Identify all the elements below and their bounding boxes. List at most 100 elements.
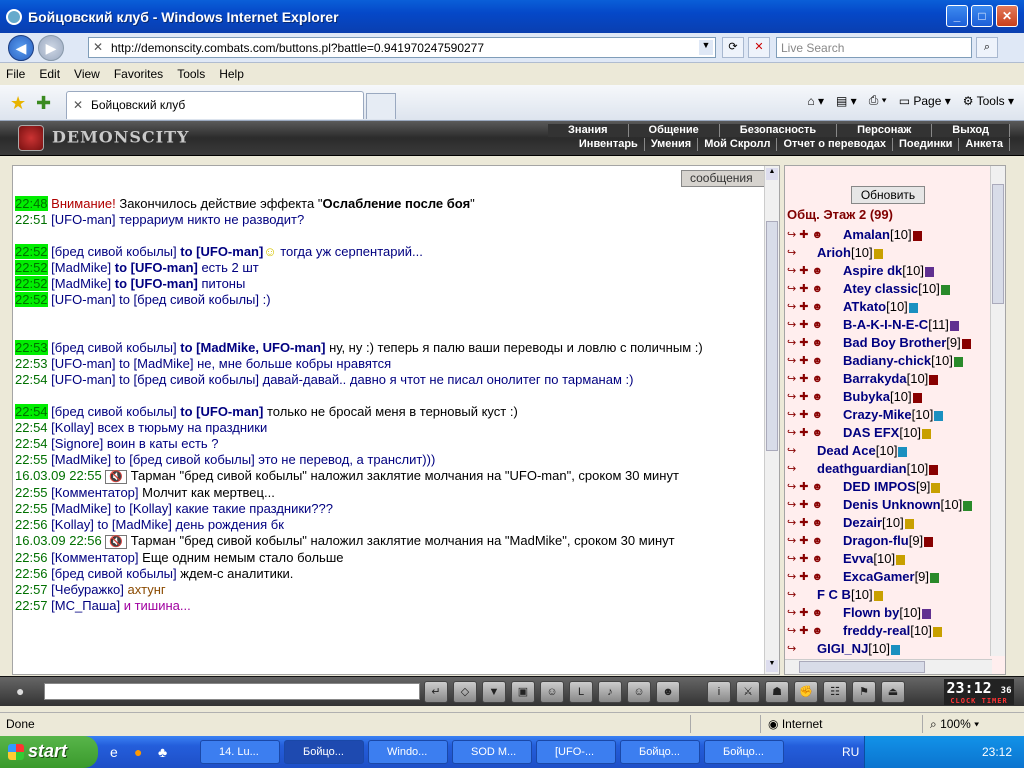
nav-knowledge[interactable]: Знания bbox=[548, 124, 629, 137]
user-row[interactable]: ↪ Dead Ace[10] bbox=[787, 442, 987, 460]
user-info-icon[interactable] bbox=[890, 644, 900, 655]
user-name[interactable]: Bubyka bbox=[843, 389, 890, 404]
message-nick[interactable]: [бред сивой кобылы] bbox=[51, 404, 176, 419]
user-name[interactable]: Dragon-flu bbox=[843, 533, 909, 548]
save-icon[interactable]: ▣ bbox=[511, 681, 535, 703]
add-favorite-icon[interactable]: ✚ bbox=[36, 93, 51, 114]
user-info-icon[interactable] bbox=[940, 284, 950, 295]
user-info-icon[interactable] bbox=[912, 392, 922, 403]
message-timestamp[interactable]: 22:56 bbox=[15, 550, 48, 565]
eraser-icon[interactable]: ◇ bbox=[453, 681, 477, 703]
user-name[interactable]: Arioh bbox=[817, 245, 851, 260]
nav-profile[interactable]: Анкета bbox=[959, 138, 1010, 151]
user-info-icon[interactable] bbox=[904, 518, 914, 529]
home-icon[interactable]: ⌂ ▾ bbox=[807, 94, 824, 108]
send-icon[interactable]: ↵ bbox=[424, 681, 448, 703]
user-list-hscrollbar[interactable] bbox=[785, 659, 992, 674]
taskbar-task[interactable]: 14. Lu... bbox=[200, 740, 280, 764]
tab-active[interactable]: ✕ Бойцовский клуб bbox=[66, 91, 364, 119]
address-dropdown-icon[interactable]: ▼ bbox=[699, 40, 713, 55]
message-recipient[interactable]: to [UFO-man] bbox=[180, 404, 263, 419]
forward-button[interactable]: ▶ bbox=[38, 35, 64, 61]
message-nick[interactable]: [бред сивой кобылы] bbox=[51, 566, 176, 581]
message-nick[interactable]: [Kollay] bbox=[51, 420, 94, 435]
message-timestamp[interactable]: 22:53 bbox=[15, 340, 48, 355]
message-timestamp[interactable]: 22:53 bbox=[15, 356, 48, 371]
message-timestamp[interactable]: 22:52 bbox=[15, 276, 48, 291]
message-recipient[interactable]: to [MadMike, UFO-man] bbox=[180, 340, 325, 355]
user-row[interactable]: ↪ ✚ ☻ Badiany-chick[10] bbox=[787, 352, 987, 370]
message-timestamp[interactable]: 22:56 bbox=[15, 517, 48, 532]
start-button[interactable]: start bbox=[0, 736, 98, 768]
nav-exit[interactable]: Выход bbox=[932, 124, 1010, 137]
nav-inventory[interactable]: Инвентарь bbox=[573, 138, 645, 151]
flag-icon[interactable]: ⚑ bbox=[852, 681, 876, 703]
user-name[interactable]: Aspire dk bbox=[843, 263, 902, 278]
user-row[interactable]: ↪ ✚ ☻ Flown by[10] bbox=[787, 604, 987, 622]
user-row[interactable]: ↪ ✚ ☻ DAS EFX[10] bbox=[787, 424, 987, 442]
message-nick[interactable]: [бред сивой кобылы] bbox=[51, 244, 176, 259]
user-info-icon[interactable] bbox=[908, 302, 918, 313]
message-timestamp[interactable]: 22:48 bbox=[15, 196, 48, 211]
fight-icon[interactable]: ✊ bbox=[794, 681, 818, 703]
message-nick[interactable]: [Чебуражко] bbox=[51, 582, 124, 597]
user-info-icon[interactable] bbox=[922, 608, 932, 619]
nav-battles[interactable]: Поединки bbox=[893, 138, 960, 151]
message-timestamp[interactable]: 22:55 bbox=[15, 485, 48, 500]
scroll-thumb[interactable] bbox=[799, 661, 925, 673]
sound-icon[interactable]: ♪ bbox=[598, 681, 622, 703]
user-info-icon[interactable] bbox=[922, 428, 932, 439]
message-timestamp[interactable]: 22:54 bbox=[15, 372, 48, 387]
user-name[interactable]: Evva bbox=[843, 551, 873, 566]
scroll-down-icon[interactable]: ▼ bbox=[766, 660, 778, 672]
tools-menu[interactable]: ⚙ Tools ▾ bbox=[963, 94, 1014, 108]
message-nick[interactable]: [МС_Паша] bbox=[51, 598, 120, 613]
smile-icon[interactable]: ☺ bbox=[627, 681, 651, 703]
security-zone[interactable]: ◉ Internet bbox=[768, 717, 823, 731]
user-info-icon[interactable] bbox=[953, 356, 963, 367]
group-icon[interactable]: ☷ bbox=[823, 681, 847, 703]
user-info-icon[interactable] bbox=[898, 446, 908, 457]
user-name[interactable]: DED IMPOS bbox=[843, 479, 916, 494]
user-list-scrollbar[interactable] bbox=[990, 166, 1005, 656]
user-info-icon[interactable] bbox=[924, 536, 934, 547]
refresh-icon[interactable]: ⟳ bbox=[722, 37, 744, 58]
user-row[interactable]: ↪ F C B[10] bbox=[787, 586, 987, 604]
nav-security[interactable]: Безопасность bbox=[719, 124, 838, 137]
message-timestamp[interactable]: 22:52 bbox=[15, 260, 48, 275]
message-nick[interactable]: [Комментатор] bbox=[51, 550, 138, 565]
translit-icon[interactable]: L bbox=[569, 681, 593, 703]
message-nick[interactable]: [UFO-man] bbox=[51, 356, 115, 371]
zoom-control[interactable]: ⌕ 100% ▾ bbox=[930, 717, 979, 732]
nav-communication[interactable]: Общение bbox=[628, 124, 720, 137]
feeds-icon[interactable]: ▤ ▾ bbox=[836, 94, 857, 108]
message-timestamp[interactable]: 22:54 bbox=[15, 436, 48, 451]
user-row[interactable]: ↪ ✚ ☻ Atey classic[10] bbox=[787, 280, 987, 298]
message-nick[interactable]: [UFO-man] bbox=[51, 292, 115, 307]
user-info-icon[interactable] bbox=[931, 482, 941, 493]
new-tab-button[interactable] bbox=[366, 93, 396, 119]
user-row[interactable]: ↪ GIGI_NJ[10] bbox=[787, 640, 987, 658]
message-nick[interactable]: [Kollay] bbox=[51, 517, 94, 532]
quicklaunch-ie-icon[interactable]: e bbox=[110, 744, 118, 760]
message-nick[interactable]: [MadMike] bbox=[51, 452, 111, 467]
message-timestamp[interactable]: 22:52 bbox=[15, 292, 48, 307]
favorites-star-icon[interactable]: ★ bbox=[10, 93, 26, 114]
user-name[interactable]: Dead Ace bbox=[817, 443, 876, 458]
user-name[interactable]: Flown by bbox=[843, 605, 899, 620]
user-row[interactable]: ↪ ✚ ☻ Amalan[10] bbox=[787, 226, 987, 244]
message-timestamp[interactable]: 22:54 bbox=[15, 420, 48, 435]
user-name[interactable]: Barrakyda bbox=[843, 371, 907, 386]
user-info-icon[interactable] bbox=[873, 590, 883, 601]
user-name[interactable]: F C B bbox=[817, 587, 851, 602]
menu-edit[interactable]: Edit bbox=[39, 67, 60, 81]
user-row[interactable]: ↪ Arioh[10] bbox=[787, 244, 987, 262]
face-icon[interactable]: ☻ bbox=[656, 681, 680, 703]
user-info-icon[interactable] bbox=[932, 626, 942, 637]
user-row[interactable]: ↪ ✚ ☻ Aspire dk[10] bbox=[787, 262, 987, 280]
nav-character[interactable]: Персонаж bbox=[837, 124, 933, 137]
user-row[interactable]: ↪ ✚ ☻ Bubyka[10] bbox=[787, 388, 987, 406]
taskbar-task[interactable]: [UFO-... bbox=[536, 740, 616, 764]
message-nick[interactable]: [UFO-man] bbox=[51, 212, 115, 227]
taskbar-task[interactable]: Бойцо... bbox=[620, 740, 700, 764]
